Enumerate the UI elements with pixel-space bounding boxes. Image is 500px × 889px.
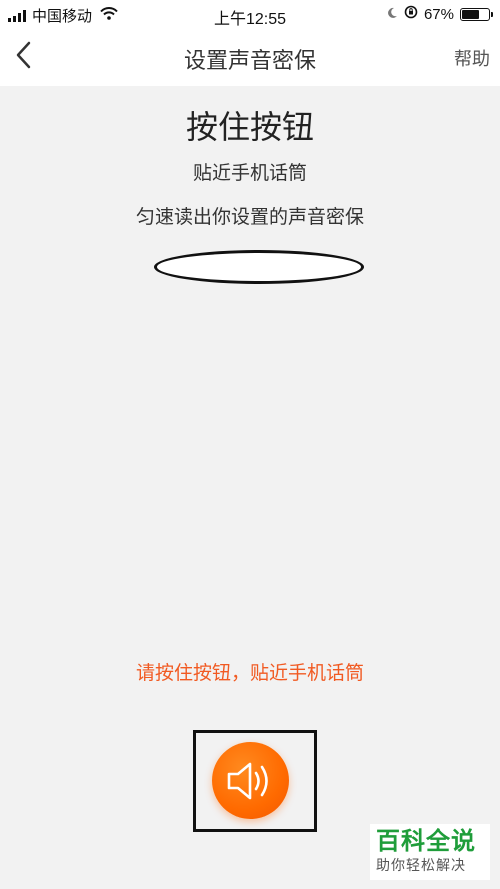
instruction-heading: 按住按钮	[185, 109, 314, 145]
speaker-icon	[227, 762, 268, 800]
redacted-passphrase	[154, 250, 364, 284]
battery-icon	[460, 7, 493, 21]
moon-icon	[386, 6, 398, 23]
rotation-lock-icon	[404, 5, 418, 23]
help-button[interactable]: 帮助	[454, 45, 490, 71]
hold-to-speak-button[interactable]	[212, 742, 289, 819]
watermark-logo: 百科全说 助你轻松解决	[370, 824, 490, 880]
nav-bar: 设置声音密保 帮助	[0, 28, 500, 86]
battery-percent: 67%	[423, 5, 454, 23]
instruction-line-2: 匀速读出你设置的声音密保	[135, 207, 364, 228]
page-title: 设置声音密保	[183, 48, 316, 73]
watermark-title: 百科全说	[376, 828, 476, 855]
instruction-line-1: 贴近手机话筒	[192, 163, 307, 184]
watermark-subtitle: 助你轻松解决	[376, 857, 466, 873]
status-bar: 中国移动 上午12:55 67%	[0, 0, 500, 28]
hint-text: 请按住按钮，贴近手机话筒	[135, 663, 364, 684]
status-right: 67%	[386, 5, 493, 23]
